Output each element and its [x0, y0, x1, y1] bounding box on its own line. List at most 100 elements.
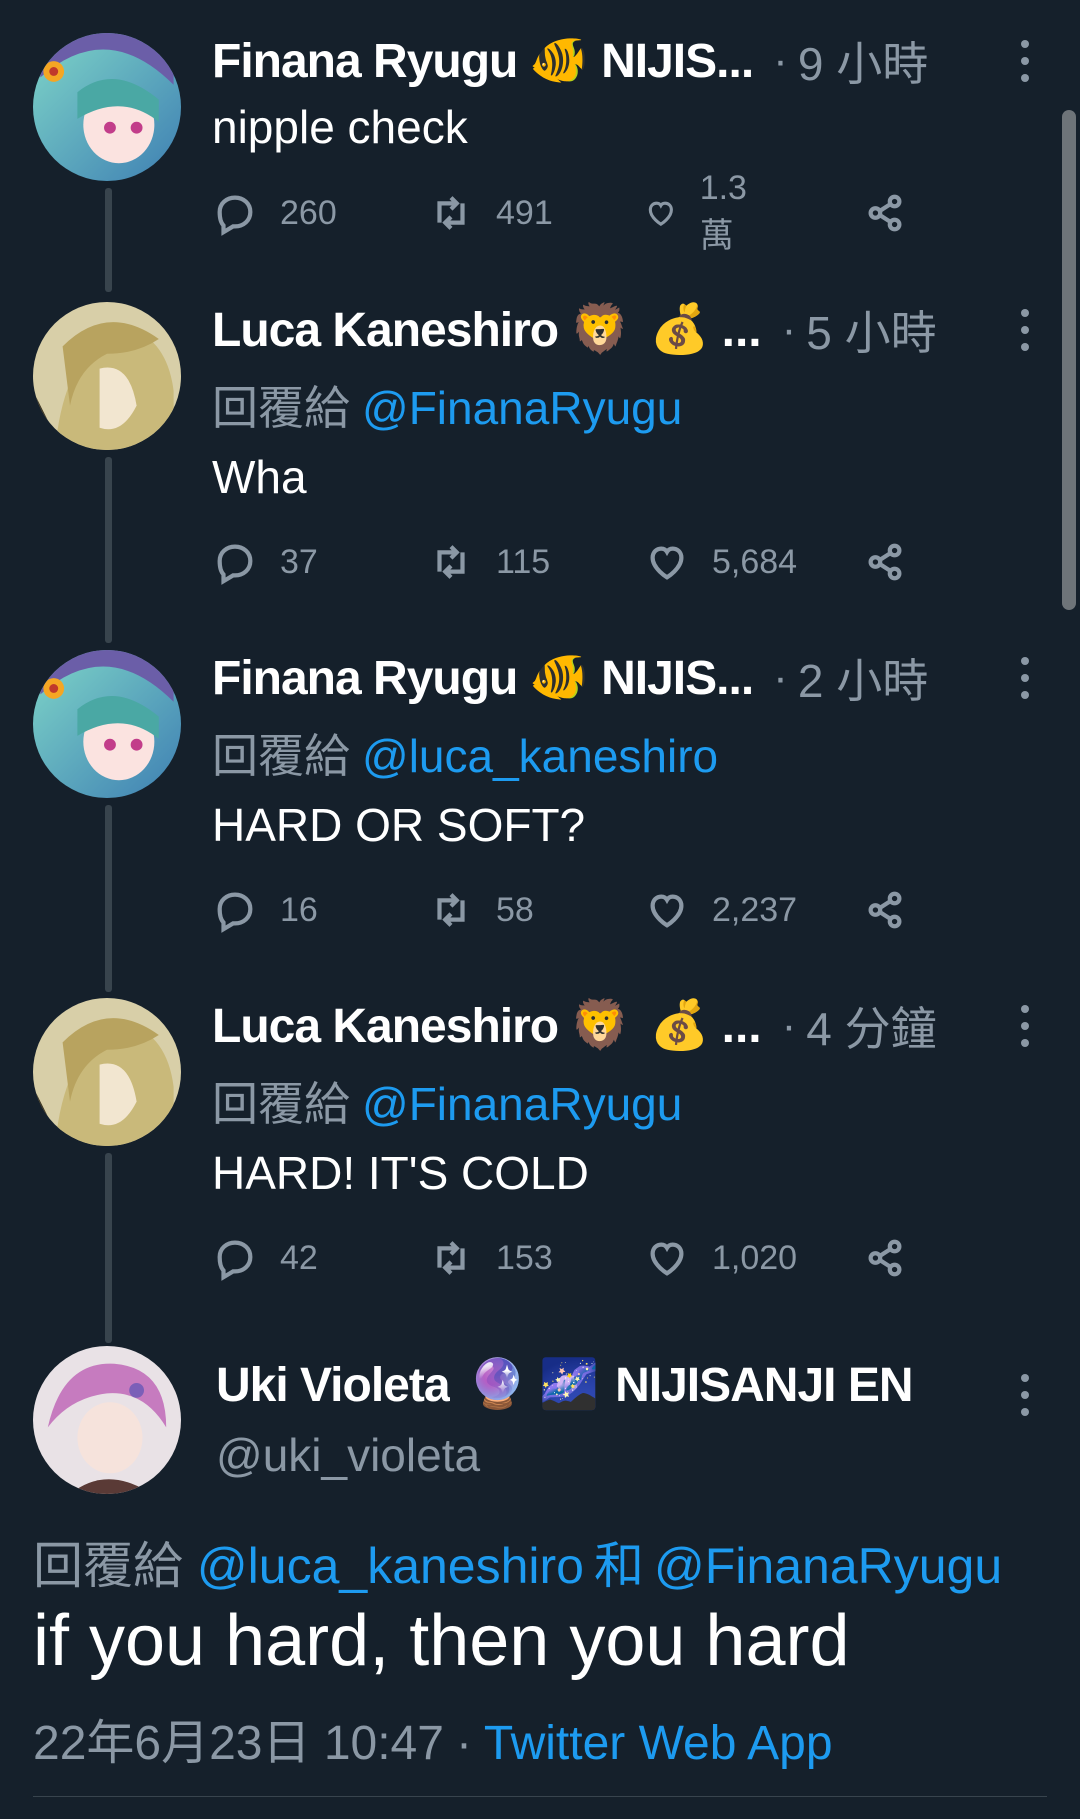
retweet-icon: [437, 1241, 465, 1275]
reply-button[interactable]: 16: [212, 887, 318, 933]
reply-prefix: 回覆給: [212, 1078, 350, 1130]
avatar-uki[interactable]: [33, 1346, 181, 1494]
reply-to-line: 回覆給 @FinanaRyugu: [212, 372, 682, 438]
thread-line: [105, 457, 112, 643]
reply-icon: [217, 892, 253, 933]
reply-mention[interactable]: @luca_kaneshiro: [362, 730, 718, 782]
thread-line: [105, 1153, 112, 1343]
separator-dot: ·: [781, 305, 797, 354]
tweet-header: Uki Violeta 🔮 🌌 NIJISANJI EN: [216, 1350, 914, 1420]
retweet-button[interactable]: 115: [428, 539, 550, 585]
reply-mention[interactable]: @FinanaRyugu: [362, 382, 682, 434]
display-name[interactable]: Luca Kaneshiro: [212, 303, 558, 358]
reply-mention[interactable]: @FinanaRyugu: [654, 1538, 1002, 1594]
reply-mention[interactable]: @FinanaRyugu: [362, 1078, 682, 1130]
milky-way-emoji: 🌌: [539, 1358, 600, 1411]
tweet-timestamp[interactable]: 22年6月23日 10:47: [33, 1717, 444, 1770]
reply-icon: [217, 195, 253, 236]
more-options-icon[interactable]: [1010, 36, 1040, 86]
tweet-meta: 22年6月23日 10:47 · Twitter Web App: [33, 1703, 833, 1773]
reply-prefix: 回覆給: [33, 1538, 183, 1594]
tweet-text: HARD OR SOFT?: [212, 799, 586, 851]
reply-count: 16: [280, 890, 318, 929]
retweet-button[interactable]: 58: [428, 887, 534, 933]
avatar-luca[interactable]: [33, 998, 181, 1146]
affiliation-label[interactable]: NIJISANJI EN: [615, 1358, 913, 1413]
like-count: 1,020: [712, 1238, 798, 1277]
tweet-header: Finana Ryugu 🐠 NIJIS... · 2 小時: [212, 643, 1040, 713]
tweet-text: nipple check: [212, 101, 468, 153]
reply-count: 260: [280, 193, 337, 232]
like-count: 2,237: [712, 890, 798, 929]
retweet-button[interactable]: 491: [428, 190, 553, 236]
avatar-finana[interactable]: [33, 33, 181, 181]
separator-dot: ·: [455, 1717, 472, 1770]
avatar-image: [33, 650, 181, 798]
more-options-icon[interactable]: [1010, 305, 1040, 355]
retweet-count: 115: [496, 542, 551, 581]
like-button[interactable]: 5,684: [644, 539, 797, 585]
retweet-icon: [437, 196, 465, 230]
retweet-button[interactable]: 153: [428, 1235, 553, 1281]
tweet-text: Wha: [212, 451, 307, 503]
affiliation-label[interactable]: NIJIS...: [601, 34, 754, 89]
retweet-count: 153: [496, 1238, 553, 1277]
avatar-luca[interactable]: [33, 302, 181, 450]
divider: [33, 1796, 1047, 1797]
reply-button[interactable]: 37: [212, 539, 318, 585]
share-button[interactable]: [862, 887, 908, 933]
heart-icon: [650, 546, 684, 580]
user-handle[interactable]: @uki_violeta: [216, 1428, 480, 1482]
tweet-time[interactable]: 4 分鐘: [806, 993, 936, 1059]
thread-line: [105, 188, 112, 292]
affiliation-truncated[interactable]: ...: [722, 303, 762, 358]
reply-prefix: 回覆給: [212, 382, 350, 434]
share-icon: [868, 194, 902, 232]
money-bag-emoji: 💰: [649, 999, 710, 1052]
heart-icon: [650, 894, 684, 928]
heart-icon: [650, 1242, 684, 1276]
like-button[interactable]: 1,020: [644, 1235, 797, 1281]
reply-to-line: 回覆給 @luca_kaneshiro: [212, 720, 718, 786]
avatar-image: [33, 998, 181, 1146]
avatar-finana[interactable]: [33, 650, 181, 798]
display-name[interactable]: Finana Ryugu: [212, 651, 517, 706]
lion-emoji: 🦁: [570, 303, 630, 356]
like-count: 5,684: [712, 542, 798, 581]
reply-count: 42: [280, 1238, 318, 1277]
avatar-image: [33, 33, 181, 181]
display-name[interactable]: Uki Violeta: [216, 1358, 450, 1413]
reply-button[interactable]: 42: [212, 1235, 318, 1281]
fish-emoji: 🐠: [529, 34, 590, 87]
retweet-count: 58: [496, 890, 534, 929]
reply-button[interactable]: 260: [212, 190, 337, 236]
avatar-image: [33, 1346, 181, 1494]
share-button[interactable]: [862, 1235, 908, 1281]
reply-mention[interactable]: @luca_kaneshiro: [197, 1538, 584, 1594]
share-button[interactable]: [862, 539, 908, 585]
reply-conjunction: 和: [594, 1538, 644, 1594]
affiliation-label[interactable]: NIJIS...: [601, 651, 754, 706]
more-options-icon[interactable]: [1010, 1370, 1040, 1420]
affiliation-truncated[interactable]: ...: [722, 999, 762, 1054]
tweet-text: HARD! IT'S COLD: [212, 1147, 589, 1199]
lion-emoji: 🦁: [570, 999, 630, 1052]
like-button[interactable]: 1.3萬: [644, 169, 759, 257]
reply-prefix: 回覆給: [212, 730, 350, 782]
tweet-time[interactable]: 5 小時: [806, 297, 936, 363]
like-button[interactable]: 2,237: [644, 887, 797, 933]
tweet-time[interactable]: 2 小時: [798, 645, 928, 711]
tweet-source[interactable]: Twitter Web App: [484, 1717, 833, 1770]
separator-dot: ·: [781, 1001, 797, 1050]
display-name[interactable]: Finana Ryugu: [212, 34, 517, 89]
tweet-header: Finana Ryugu 🐠 NIJIS... · 9 小時: [212, 26, 1040, 96]
reply-icon: [217, 544, 253, 585]
more-options-icon[interactable]: [1010, 1001, 1040, 1051]
more-options-icon[interactable]: [1010, 653, 1040, 703]
share-button[interactable]: [862, 190, 908, 236]
scrollbar-thumb[interactable]: [1062, 110, 1076, 610]
money-bag-emoji: 💰: [649, 303, 710, 356]
display-name[interactable]: Luca Kaneshiro: [212, 999, 558, 1054]
tweet-time[interactable]: 9 小時: [798, 28, 928, 94]
reply-to-line: 回覆給 @FinanaRyugu: [212, 1068, 682, 1134]
